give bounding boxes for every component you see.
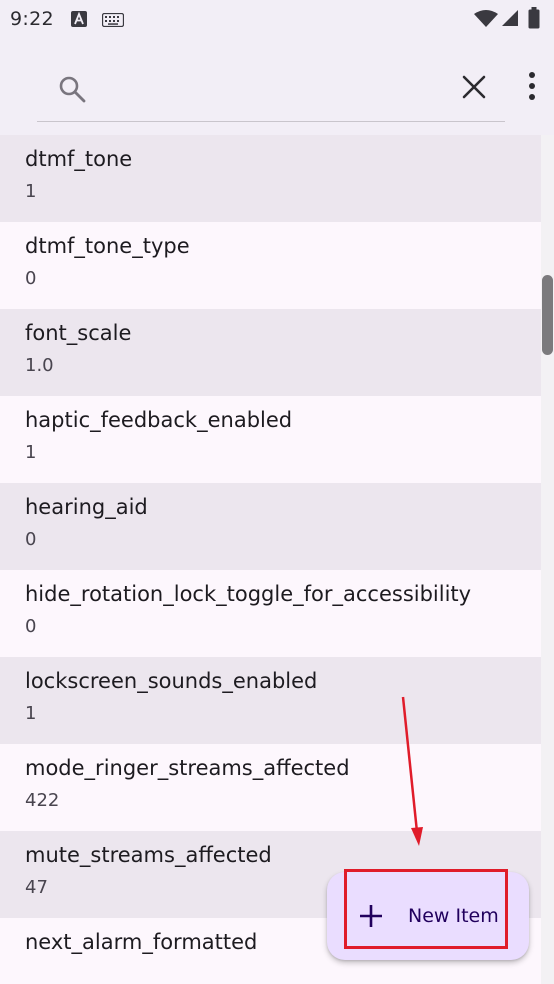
new-item-label: New Item [408,905,499,927]
list-item[interactable]: mode_ringer_streams_affected 422 [0,744,554,831]
item-value: 422 [25,790,60,811]
scrollbar-track[interactable] [541,135,554,984]
item-key: font_scale [25,321,132,345]
list-item[interactable]: dtmf_tone 1 [0,135,554,222]
battery-icon [528,7,540,33]
item-key: mode_ringer_streams_affected [25,756,350,780]
item-key: mute_streams_affected [25,843,272,867]
more-vert-icon[interactable] [520,70,544,104]
item-key: lockscreen_sounds_enabled [25,669,318,693]
keyboard-icon [101,12,125,31]
item-key: dtmf_tone_type [25,234,190,258]
item-value: 47 [25,877,48,898]
item-key: hide_rotation_lock_toggle_for_accessibil… [25,582,472,606]
item-value: 1.0 [25,355,54,376]
scrollbar-thumb[interactable] [542,275,553,355]
search-icon [57,74,87,104]
item-value: 0 [25,616,37,637]
close-icon[interactable] [460,73,488,101]
signal-icon [501,9,519,31]
search-underline [37,121,505,122]
item-value: 0 [25,529,37,550]
item-key: next_alarm_formatted [25,930,258,954]
item-value: 0 [25,268,37,289]
status-time: 9:22 [10,8,54,30]
item-key: haptic_feedback_enabled [25,408,293,432]
a-notification-icon [70,10,88,32]
item-value: 1 [25,703,37,724]
item-value: 1 [25,181,37,202]
plus-icon [359,904,383,928]
item-key: dtmf_tone [25,147,133,171]
search-toolbar [0,40,554,135]
list-item[interactable]: dtmf_tone_type 0 [0,222,554,309]
list-item[interactable]: lockscreen_sounds_enabled 1 [0,657,554,744]
search-input[interactable] [100,70,430,106]
wifi-icon [474,10,498,32]
list-item[interactable]: hide_rotation_lock_toggle_for_accessibil… [0,570,554,657]
settings-list[interactable]: dtmf_tone 1 dtmf_tone_type 0 font_scale … [0,135,554,984]
item-key: hearing_aid [25,495,148,519]
list-item[interactable]: haptic_feedback_enabled 1 [0,396,554,483]
status-bar: 9:22 [0,0,554,40]
list-item[interactable]: font_scale 1.0 [0,309,554,396]
new-item-button[interactable]: New Item [327,872,529,960]
item-value: 1 [25,442,37,463]
list-item[interactable]: hearing_aid 0 [0,483,554,570]
